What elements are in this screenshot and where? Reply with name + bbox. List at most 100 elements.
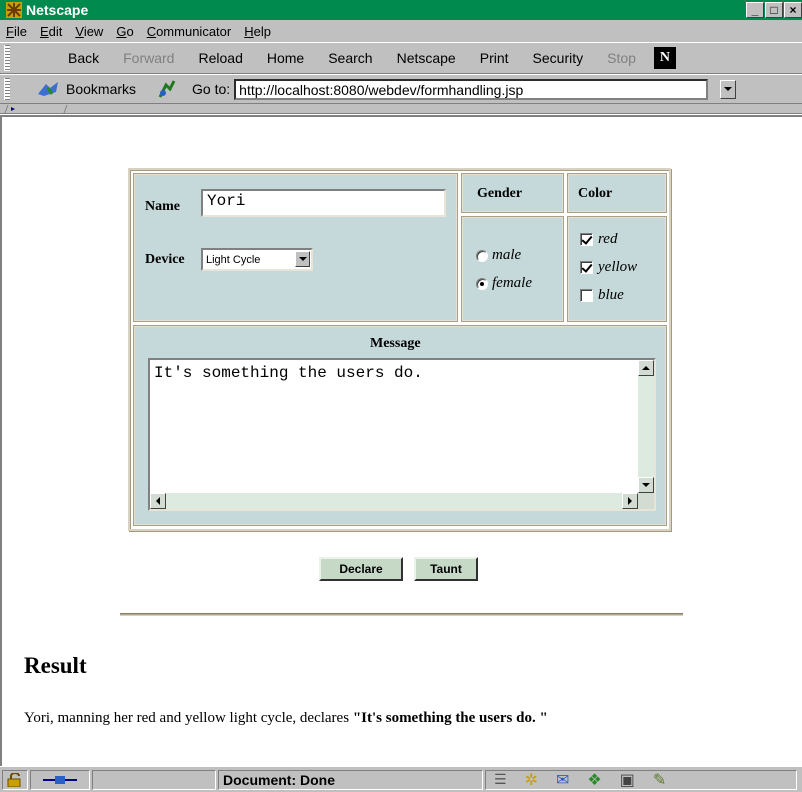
- progress-area: [92, 769, 216, 790]
- location-grip[interactable]: [4, 78, 10, 100]
- reload-button[interactable]: Reload: [186, 50, 254, 66]
- result-text: Yori, manning her red and yellow light c…: [24, 710, 548, 727]
- scroll-down-button[interactable]: [638, 477, 654, 493]
- color-header-cell: Color: [567, 173, 667, 213]
- scroll-up-button[interactable]: [638, 360, 654, 376]
- arrow-right-icon: [628, 497, 632, 505]
- chevron-down-icon: [298, 257, 307, 261]
- color-option-yellow[interactable]: yellow: [580, 259, 637, 276]
- blue-checkbox[interactable]: [580, 289, 593, 302]
- gender-header-cell: Gender: [461, 173, 564, 213]
- gender-options-cell: male female: [461, 216, 564, 322]
- home-button[interactable]: Home: [255, 50, 316, 66]
- blue-label: blue: [598, 287, 624, 303]
- title-bar: Netscape _ □ ×: [0, 0, 802, 20]
- male-label: male: [492, 247, 522, 263]
- editor-icon[interactable]: ✎: [653, 770, 666, 789]
- yellow-label: yellow: [598, 259, 638, 275]
- bookmarks-button[interactable]: Bookmarks: [36, 80, 136, 98]
- color-header: Color: [578, 186, 613, 201]
- discussion-icon[interactable]: ❖: [587, 770, 601, 789]
- device-select-value: Light Cycle: [206, 253, 261, 266]
- status-message: Document: Done: [223, 771, 335, 788]
- menu-bar: File Edit View Go Communicator Help: [0, 20, 802, 42]
- result-prefix: Yori, manning her red and yellow light c…: [24, 710, 353, 726]
- netscape-logo-icon: [6, 2, 22, 18]
- close-button[interactable]: ×: [784, 2, 802, 18]
- collapsed-toolbar-strip: [0, 104, 802, 114]
- menu-edit[interactable]: Edit: [34, 24, 69, 39]
- male-radio[interactable]: [476, 249, 488, 262]
- navigation-toolbar: Back Forward Reload Home Search Netscape…: [0, 42, 802, 74]
- back-button[interactable]: Back: [28, 50, 111, 66]
- menu-communicator[interactable]: Communicator: [141, 24, 239, 39]
- gender-header: Gender: [477, 186, 523, 201]
- arrow-down-icon: [642, 483, 650, 487]
- scrollbar-corner: [638, 493, 654, 509]
- color-option-blue[interactable]: blue: [580, 287, 624, 304]
- netscape-button[interactable]: Netscape: [385, 50, 468, 66]
- yellow-checkbox[interactable]: [580, 261, 593, 274]
- connection-status-icon: [30, 769, 90, 790]
- bookmarks-label: Bookmarks: [66, 81, 137, 97]
- device-select[interactable]: Light Cycle: [201, 248, 313, 271]
- device-dropdown-arrow[interactable]: [295, 251, 310, 267]
- location-icon[interactable]: [156, 79, 178, 99]
- female-label: female: [492, 275, 532, 291]
- menu-help[interactable]: Help: [238, 24, 278, 39]
- security-lock-icon[interactable]: [2, 769, 28, 790]
- url-dropdown-button[interactable]: [720, 79, 737, 99]
- name-device-cell: Name Yori Device Light Cycle: [133, 173, 458, 322]
- navigator-icon[interactable]: ☰: [494, 772, 507, 788]
- scroll-right-button[interactable]: [622, 493, 638, 509]
- color-options-cell: red yellow blue: [567, 216, 667, 322]
- mail-icon[interactable]: ✉: [556, 770, 569, 789]
- sun-icon[interactable]: ✲: [525, 770, 538, 789]
- security-button[interactable]: Security: [521, 50, 596, 66]
- goto-label: Go to:: [192, 81, 231, 97]
- status-text: Document: Done: [218, 769, 483, 790]
- netscape-throbber-icon: N: [653, 47, 676, 69]
- composer-icon[interactable]: ▣: [620, 770, 635, 789]
- component-bar: ☰ ✲ ✉ ❖ ▣ ✎: [485, 769, 797, 790]
- red-label: red: [598, 231, 618, 247]
- location-toolbar: Bookmarks Go to: http://localhost:8080/w…: [0, 74, 802, 104]
- arrow-up-icon: [642, 366, 650, 370]
- message-textarea[interactable]: It's something the users do.: [148, 358, 656, 511]
- taunt-button[interactable]: Taunt: [414, 557, 478, 581]
- search-button[interactable]: Search: [316, 50, 384, 66]
- gender-option-male[interactable]: male: [476, 247, 521, 264]
- toolbar-grip[interactable]: [4, 45, 10, 71]
- name-label: Name: [145, 199, 180, 214]
- vertical-scrollbar[interactable]: [638, 360, 654, 493]
- red-checkbox[interactable]: [580, 233, 593, 246]
- url-input[interactable]: http://localhost:8080/webdev/formhandlin…: [234, 78, 709, 100]
- arrow-left-icon: [156, 497, 160, 505]
- bookmarks-icon: [38, 82, 58, 96]
- menu-go[interactable]: Go: [110, 24, 140, 39]
- horizontal-rule: [120, 613, 683, 616]
- horizontal-scrollbar[interactable]: [150, 493, 638, 509]
- maximize-button[interactable]: □: [765, 2, 783, 18]
- device-label: Device: [145, 252, 185, 267]
- message-text: It's something the users do.: [154, 364, 423, 382]
- message-label: Message: [370, 336, 421, 351]
- menu-file[interactable]: File: [0, 24, 34, 39]
- window-title: Netscape: [26, 2, 89, 18]
- female-radio[interactable]: [476, 277, 488, 290]
- stop-button[interactable]: Stop: [595, 50, 648, 66]
- name-input[interactable]: Yori: [201, 189, 446, 217]
- minimize-button[interactable]: _: [746, 2, 764, 18]
- gender-option-female[interactable]: female: [476, 275, 532, 292]
- print-button[interactable]: Print: [468, 50, 521, 66]
- result-heading: Result: [24, 653, 87, 678]
- forward-button[interactable]: Forward: [111, 50, 186, 66]
- form-table: Name Yori Device Light Cycle Gender Colo…: [128, 168, 671, 531]
- result-quote: "It's something the users do. ": [352, 710, 548, 726]
- scroll-left-button[interactable]: [150, 493, 166, 509]
- declare-button[interactable]: Declare: [319, 557, 403, 581]
- status-bar: Document: Done ☰ ✲ ✉ ❖ ▣ ✎: [0, 766, 802, 792]
- menu-view[interactable]: View: [69, 24, 110, 39]
- color-option-red[interactable]: red: [580, 231, 617, 248]
- expand-toolbar-tab[interactable]: [4, 105, 68, 113]
